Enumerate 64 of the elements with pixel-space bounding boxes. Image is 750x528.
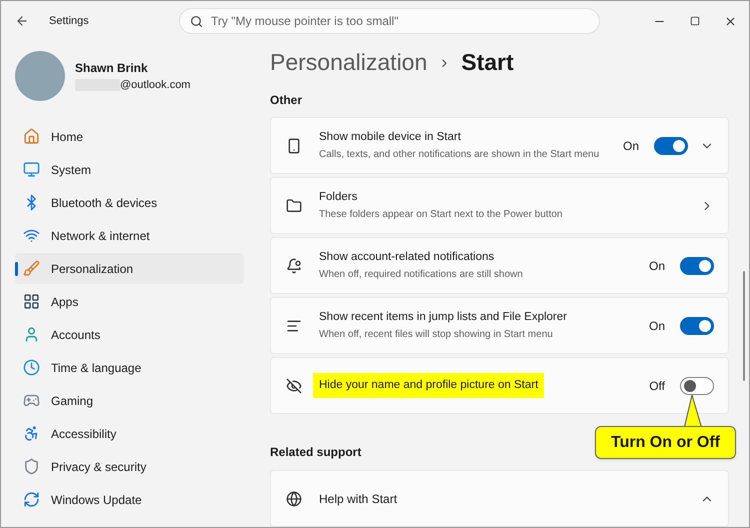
toggle-state-label: On <box>648 258 665 274</box>
sidebar-item[interactable]: Accounts <box>15 319 244 350</box>
setting-title: Show mobile device in Start <box>319 130 461 146</box>
sidebar-item[interactable]: Personalization <box>15 253 244 284</box>
breadcrumb-separator: › <box>441 50 448 74</box>
section-title: Related support <box>270 444 362 461</box>
sidebar-item[interactable]: Privacy & security <box>15 451 244 482</box>
toggle-switch[interactable] <box>680 316 714 334</box>
person-icon <box>23 326 40 343</box>
sidebar-item[interactable]: Home <box>15 121 244 152</box>
globe-clock-icon <box>23 359 40 376</box>
toggle-switch[interactable] <box>654 136 688 154</box>
phone-icon <box>286 138 302 154</box>
help-title: Help with Start <box>319 490 398 508</box>
sidebar-item[interactable]: Time & language <box>15 352 244 383</box>
setting-description: When off, recent files will stop showing in Start menu <box>319 328 554 342</box>
update-icon <box>23 491 40 508</box>
setting-card[interactable]: Folders These folders appear on Start next to the Power button <box>270 177 729 234</box>
help-card[interactable]: Help with Start <box>270 470 729 527</box>
wifi-icon <box>23 227 40 244</box>
close-icon[interactable] <box>724 14 737 28</box>
house-icon <box>23 128 40 145</box>
setting-title: Hide your name and profile picture on Start <box>313 372 544 398</box>
sidebar-item[interactable]: System <box>15 154 244 185</box>
notification-icon <box>286 258 302 274</box>
sidebar-item[interactable]: Bluetooth & devices <box>15 187 244 218</box>
globe-icon <box>286 490 302 506</box>
section-title: Other <box>270 92 304 109</box>
setting-description: When off, required notifications are still shown <box>319 268 524 282</box>
setting-title: Show account-related notifications <box>319 250 494 266</box>
avatar <box>15 51 65 101</box>
monitor-icon <box>23 161 40 178</box>
sidebar-item[interactable]: Network & internet <box>15 220 244 251</box>
hidden-profile-icon <box>286 378 302 394</box>
page-title: Start <box>461 48 514 77</box>
setting-description: Calls, texts, and other notifications are shown in the Start menu <box>319 148 600 162</box>
search-icon <box>190 15 203 28</box>
search-field[interactable]: Try "My mouse pointer is too small" <box>179 8 600 34</box>
scrollbar[interactable] <box>743 271 745 381</box>
maximize-icon[interactable] <box>690 16 700 26</box>
setting-title: Folders <box>319 190 358 206</box>
toggle-state-label: On <box>648 318 665 334</box>
folder-icon <box>286 198 302 214</box>
account-name: Shawn Brink <box>75 60 149 77</box>
brush-icon <box>23 260 40 277</box>
sidebar-item[interactable]: Accessibility <box>15 418 244 449</box>
sidebar-item[interactable]: Windows Update <box>15 484 244 515</box>
list-icon <box>286 318 302 334</box>
sidebar-item[interactable]: Gaming <box>15 385 244 416</box>
setting-title: Show recent items in jump lists and File Explorer <box>319 310 567 326</box>
apps-icon <box>23 293 40 310</box>
breadcrumb-parent[interactable]: Personalization <box>270 44 428 80</box>
account-email: @outlook.com <box>120 78 190 93</box>
sidebar-item[interactable]: Apps <box>15 286 244 317</box>
toggle-switch[interactable] <box>680 256 714 274</box>
toggle-state-label: Off <box>649 378 665 394</box>
accessibility-icon <box>23 425 40 442</box>
toggle-state-label: On <box>622 138 639 154</box>
toggle-switch[interactable] <box>680 376 714 394</box>
gamepad-icon <box>23 392 40 409</box>
window-title: Settings <box>49 14 90 29</box>
setting-description: These folders appear on Start next to the Power button <box>319 208 564 222</box>
back-icon[interactable] <box>15 14 29 28</box>
shield-icon <box>23 458 40 475</box>
